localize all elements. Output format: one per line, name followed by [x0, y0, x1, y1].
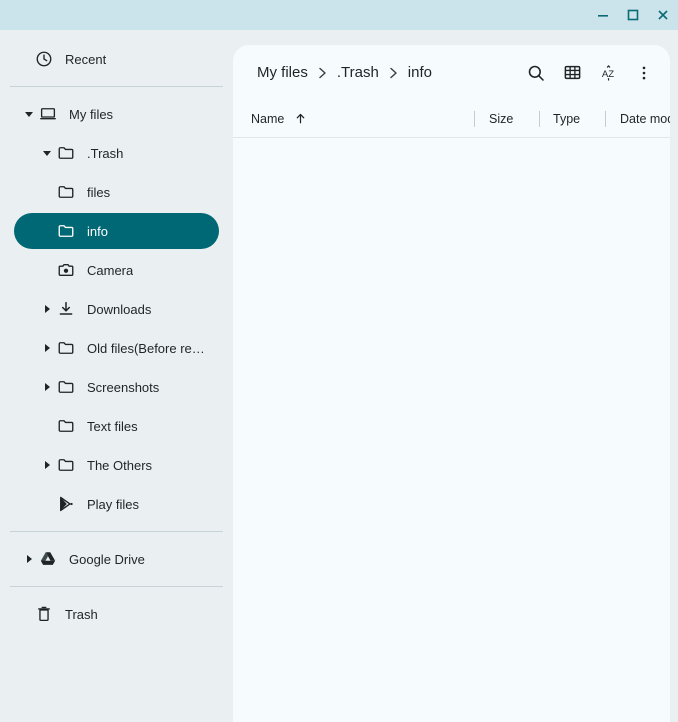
chevron-right-icon[interactable] — [38, 460, 56, 470]
chevron-right-icon — [389, 67, 398, 79]
sidebar-item-google-drive[interactable]: Google Drive — [14, 541, 219, 577]
grid-view-icon — [563, 63, 582, 82]
folder-icon — [56, 417, 76, 435]
folder-icon — [56, 144, 76, 162]
sidebar-divider-bottom — [10, 586, 223, 587]
window-maximize-button[interactable] — [618, 0, 648, 30]
sidebar-item-label: Downloads — [87, 301, 152, 317]
download-icon — [56, 300, 76, 318]
column-header-name[interactable]: Name — [251, 112, 474, 126]
chevron-down-icon[interactable] — [38, 148, 56, 158]
sort-az-icon: AZ — [597, 62, 619, 84]
sidebar-item-downloads[interactable]: Downloads — [14, 291, 219, 327]
play-files-icon — [56, 495, 76, 513]
chevron-right-icon — [318, 67, 327, 79]
clock-icon — [34, 50, 54, 68]
sidebar-item-label: The Others — [87, 457, 153, 473]
sidebar-item-label: info — [87, 223, 108, 239]
sidebar-item-my-files[interactable]: My files — [14, 96, 219, 132]
breadcrumb: My files .Trash info — [251, 60, 518, 85]
trash-icon — [34, 605, 54, 623]
sort-button[interactable]: AZ — [590, 55, 626, 91]
sidebar-item-label: Trash — [65, 606, 98, 622]
sidebar-item-label: Camera — [87, 262, 134, 278]
column-header-label: Size — [489, 111, 514, 126]
sidebar-divider-middle — [10, 531, 223, 532]
camera-icon — [56, 261, 76, 279]
more-vertical-icon — [635, 64, 653, 82]
sidebar-item-label: Screenshots — [87, 379, 160, 395]
window-close-button[interactable] — [648, 0, 678, 30]
sidebar-item-files[interactable]: files — [14, 174, 219, 210]
sidebar-item-trash[interactable]: Trash — [14, 596, 219, 632]
column-header-label: Name — [251, 111, 285, 126]
sidebar-item-label: Text files — [87, 418, 138, 434]
file-list-body[interactable] — [233, 138, 670, 722]
chevron-right-icon[interactable] — [38, 343, 56, 353]
chevron-right-icon[interactable] — [20, 554, 38, 564]
window-minimize-button[interactable] — [588, 0, 618, 30]
folder-icon — [56, 339, 76, 357]
sidebar-item-play-files[interactable]: Play files — [14, 486, 219, 522]
more-menu-button[interactable] — [626, 55, 662, 91]
folder-icon — [56, 378, 76, 396]
chevron-right-icon[interactable] — [38, 382, 56, 392]
sidebar-item-camera[interactable]: Camera — [14, 252, 219, 288]
column-header-size[interactable]: Size — [475, 112, 539, 126]
sidebar-item-label: Old files(Before re… — [87, 340, 205, 356]
sidebar-item-label: files — [87, 184, 111, 200]
sidebar-item-screenshots[interactable]: Screenshots — [14, 369, 219, 405]
view-toggle-button[interactable] — [554, 55, 590, 91]
sort-ascending-icon — [294, 112, 307, 125]
google-drive-icon — [38, 550, 58, 568]
sidebar-divider-top — [10, 86, 223, 87]
sidebar-item-info[interactable]: info — [14, 213, 219, 249]
sidebar-item-dot-trash[interactable]: .Trash — [14, 135, 219, 171]
sidebar-item-label: Play files — [87, 496, 140, 512]
app-body: Recent My files .Trash files info Camera… — [0, 30, 678, 722]
chevron-right-icon[interactable] — [38, 304, 56, 314]
sidebar-item-the-others[interactable]: The Others — [14, 447, 219, 483]
column-header-date-modified[interactable]: Date modi… — [606, 112, 670, 126]
column-header-type[interactable]: Type — [540, 112, 605, 126]
column-header-label: Type — [553, 111, 581, 126]
column-header-label: Date modi… — [620, 111, 670, 126]
chevron-down-icon[interactable] — [20, 109, 38, 119]
sidebar-item-old-files[interactable]: Old files(Before re… — [14, 330, 219, 366]
search-icon — [526, 63, 546, 83]
computer-icon — [38, 105, 58, 123]
folder-icon — [56, 222, 76, 240]
file-list-column-headers: Name Size Type Date modi… — [233, 100, 670, 138]
sidebar-item-label: My files — [69, 106, 114, 122]
window-titlebar — [0, 0, 678, 30]
files-toolbar: My files .Trash info AZ — [233, 45, 670, 100]
sidebar-item-label: Google Drive — [69, 551, 145, 567]
sidebar-item-recent[interactable]: Recent — [14, 41, 219, 77]
sidebar-item-label: .Trash — [87, 145, 124, 161]
folder-icon — [56, 183, 76, 201]
files-panel: My files .Trash info AZ Name Size Type D… — [233, 45, 670, 722]
search-button[interactable] — [518, 55, 554, 91]
sidebar-item-text-files[interactable]: Text files — [14, 408, 219, 444]
navigation-sidebar: Recent My files .Trash files info Camera… — [0, 30, 233, 722]
folder-icon — [56, 456, 76, 474]
breadcrumb-item-info[interactable]: info — [402, 60, 438, 85]
breadcrumb-item-dot-trash[interactable]: .Trash — [331, 60, 385, 85]
sidebar-item-label: Recent — [65, 51, 107, 67]
breadcrumb-item-my-files[interactable]: My files — [251, 60, 314, 85]
